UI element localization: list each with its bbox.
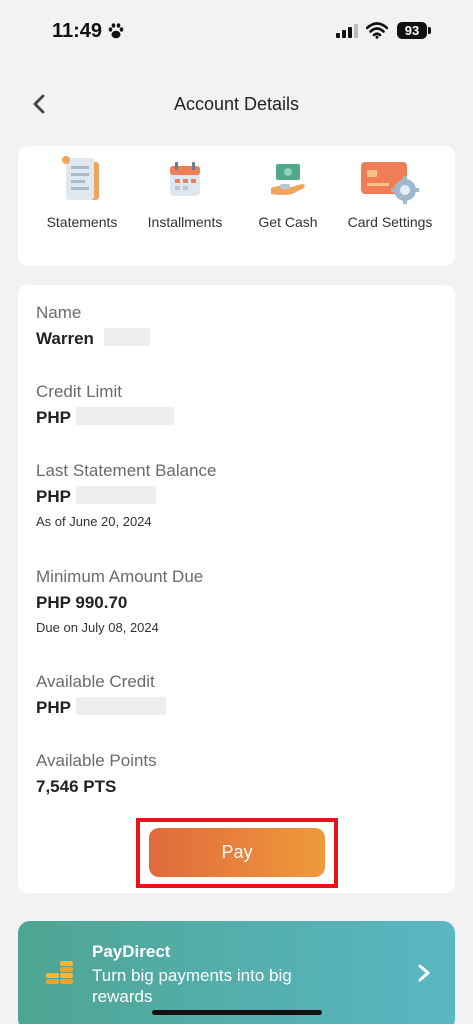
statement-scroll-icon [62, 156, 99, 200]
quick-actions-card: Statements Installments Get Cash Card Se… [18, 146, 455, 266]
cash-hand-icon [271, 164, 305, 195]
wifi-icon [366, 22, 388, 39]
page-title: Account Details [173, 94, 300, 114]
battery-nub [428, 27, 431, 34]
pay-button[interactable]: Pay [149, 828, 325, 877]
redacted-available-credit [76, 697, 166, 715]
last-statement-currency: PHP [36, 487, 71, 506]
quick-action-label: Card Settings [347, 214, 433, 230]
available-credit-currency: PHP [36, 698, 71, 717]
nav-header: Account Details [0, 84, 473, 124]
status-bar: 11:49 93 [0, 0, 473, 62]
quick-action-label: Get Cash [258, 214, 318, 230]
paydirect-banner[interactable]: PayDirect Turn big payments into big rew… [18, 921, 455, 1024]
chevron-right-icon [418, 964, 430, 982]
account-details-card: Name Warren Credit Limit PHP Last Statem… [18, 285, 455, 893]
credit-limit-currency: PHP [36, 408, 71, 427]
last-statement-label: Last Statement Balance [36, 461, 217, 480]
calendar-icon [170, 162, 200, 196]
quick-action-get-cash[interactable]: Get Cash [238, 146, 338, 256]
min-due-value: PHP 990.70 [36, 593, 128, 612]
last-statement-date: As of June 20, 2024 [36, 514, 152, 529]
name-value: Warren [36, 329, 94, 348]
available-points-label: Available Points [36, 751, 157, 770]
quick-action-label: Statements [46, 214, 118, 230]
quick-action-label: Installments [147, 214, 223, 230]
card-gear-icon [361, 162, 419, 204]
min-due-label: Minimum Amount Due [36, 567, 204, 586]
redacted-statement-balance [76, 486, 156, 504]
name-label: Name [36, 303, 82, 322]
paydirect-description: Turn big payments into big rewards [92, 966, 292, 1006]
quick-action-statements[interactable]: Statements [32, 146, 132, 256]
battery-indicator: 93 [397, 22, 427, 39]
quick-action-card-settings[interactable]: Card Settings [340, 146, 440, 256]
quick-action-installments[interactable]: Installments [135, 146, 235, 256]
available-credit-label: Available Credit [36, 672, 155, 691]
home-indicator [152, 1010, 322, 1015]
coin-stack-icon [46, 961, 73, 984]
min-due-date: Due on July 08, 2024 [36, 620, 159, 635]
credit-limit-label: Credit Limit [36, 382, 122, 401]
redacted-credit-limit [76, 407, 174, 425]
available-points-value: 7,546 PTS [36, 777, 117, 796]
signal-icon [336, 24, 358, 38]
status-time: 11:49 [52, 20, 103, 42]
paydirect-title: PayDirect [92, 942, 171, 961]
paw-icon [108, 23, 124, 39]
redacted-surname [104, 328, 150, 346]
